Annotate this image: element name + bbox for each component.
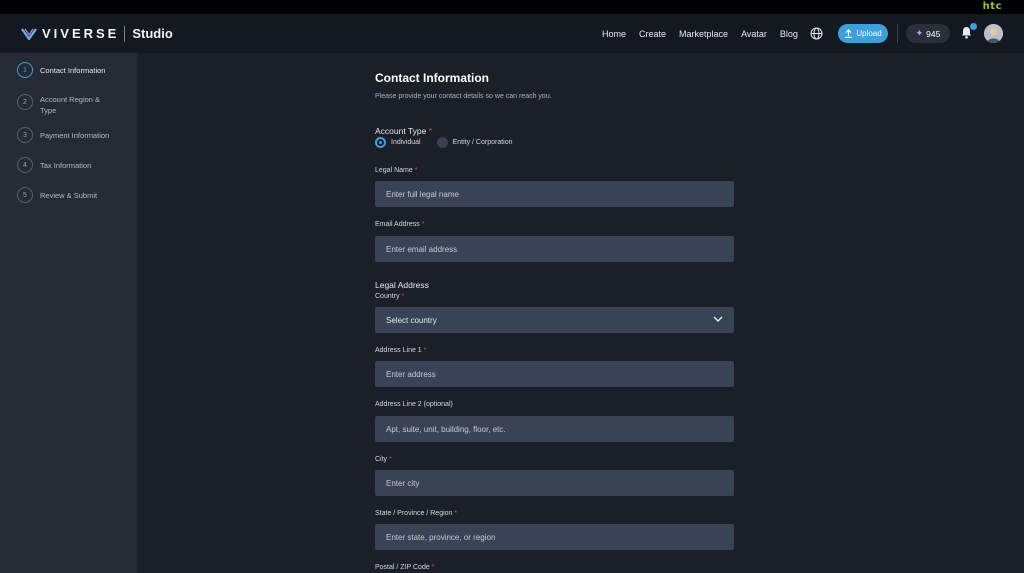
page-title: Contact Information xyxy=(375,71,489,85)
chevron-down-icon xyxy=(713,316,723,322)
step-label: Account Region & Type xyxy=(40,95,101,115)
globe-icon[interactable] xyxy=(810,27,823,40)
nav-blog[interactable]: Blog xyxy=(780,29,798,39)
step-number: 4 xyxy=(17,157,33,173)
viverse-logo-icon xyxy=(21,27,37,40)
nav-marketplace[interactable]: Marketplace xyxy=(679,29,728,39)
required-mark: * xyxy=(401,293,405,300)
state-label: State / Province / Region * xyxy=(375,510,457,517)
state-placeholder: Enter state, province, or region xyxy=(386,532,496,542)
required-mark: * xyxy=(423,347,427,354)
points-badge[interactable]: ✦ 945 xyxy=(906,24,950,43)
address-line1-label-text: Address Line 1 xyxy=(375,347,422,354)
legal-address-heading: Legal Address xyxy=(375,280,429,290)
nav-home[interactable]: Home xyxy=(602,29,626,39)
avatar[interactable] xyxy=(984,24,1003,43)
points-value: 945 xyxy=(926,28,941,39)
city-label: City * xyxy=(375,456,392,463)
step-number: 3 xyxy=(17,127,33,143)
avatar-image xyxy=(984,24,1003,43)
step-tax-information[interactable]: 4 Tax Information xyxy=(17,157,112,173)
legal-name-input[interactable]: Enter full legal name xyxy=(375,181,734,207)
step-label: Review & Submit xyxy=(40,191,98,200)
step-number: 5 xyxy=(17,187,33,203)
htc-logo: htc xyxy=(982,1,1002,12)
step-number: 1 xyxy=(17,62,33,78)
required-mark: * xyxy=(389,456,392,463)
address-line2-input[interactable]: Apt, suite, unit, building, floor, etc. xyxy=(375,416,734,442)
country-select-value: Select country xyxy=(386,315,437,325)
email-input[interactable]: Enter email address xyxy=(375,236,734,262)
brand-name: VIVERSE xyxy=(42,26,120,41)
postal-code-label-text: Postal / ZIP Code xyxy=(375,564,430,571)
account-type-label-text: Account Type xyxy=(375,126,427,136)
address-line1-placeholder: Enter address xyxy=(386,369,436,379)
sparkle-icon: ✦ xyxy=(915,28,924,38)
address-line2-placeholder: Apt, suite, unit, building, floor, etc. xyxy=(386,424,506,434)
account-type-radio-group: Individual Entity / Corporation xyxy=(375,137,513,148)
required-mark: * xyxy=(421,221,425,228)
step-number: 2 xyxy=(17,94,33,110)
address-line1-label: Address Line 1 * xyxy=(375,347,426,354)
email-label: Email Address * xyxy=(375,221,424,228)
email-placeholder: Enter email address xyxy=(386,244,458,254)
postal-code-label: Postal / ZIP Code * xyxy=(375,564,434,571)
viverse-studio-logo[interactable]: VIVERSE Studio xyxy=(20,25,173,42)
required-mark: * xyxy=(431,564,435,571)
main-content: Contact Information Please provide your … xyxy=(137,53,1024,573)
required-mark: * xyxy=(414,167,418,174)
nav-create[interactable]: Create xyxy=(639,29,666,39)
required-mark: * xyxy=(428,126,433,136)
upload-icon xyxy=(845,29,853,38)
state-input[interactable]: Enter state, province, or region xyxy=(375,524,734,550)
step-label: Payment Information xyxy=(40,131,110,140)
notification-dot xyxy=(970,23,977,30)
top-navigation: VIVERSE Studio Home Create Marketplace A… xyxy=(0,14,1024,53)
radio-individual-label: Individual xyxy=(391,139,421,146)
country-label: Country * xyxy=(375,293,404,300)
address-line2-label: Address Line 2 (optional) xyxy=(375,401,453,408)
step-payment-information[interactable]: 3 Payment Information xyxy=(17,127,112,143)
city-input[interactable]: Enter city xyxy=(375,470,734,496)
step-contact-information[interactable]: 1 Contact Information xyxy=(17,62,112,78)
radio-entity-corporation[interactable] xyxy=(436,137,448,148)
step-account-region-type[interactable]: 2 Account Region & Type xyxy=(17,92,112,116)
step-label: Contact Information xyxy=(40,66,106,75)
address-line1-input[interactable]: Enter address xyxy=(375,361,734,387)
nav-links: Home Create Marketplace Avatar Blog xyxy=(602,14,811,53)
legal-name-placeholder: Enter full legal name xyxy=(386,189,459,199)
upload-label: Upload xyxy=(856,29,882,38)
legal-name-label-text: Legal Name xyxy=(375,167,413,174)
step-label: Tax Information xyxy=(40,161,92,170)
radio-individual[interactable] xyxy=(375,137,386,148)
city-label-text: City xyxy=(375,456,388,463)
account-type-label: Account Type * xyxy=(375,126,432,136)
radio-entity-label: Entity / Corporation xyxy=(452,139,513,146)
country-select[interactable]: Select country xyxy=(375,307,734,333)
nav-avatar[interactable]: Avatar xyxy=(741,29,767,39)
email-label-text: Email Address xyxy=(375,221,420,228)
steps-sidebar: 1 Contact Information 2 Account Region &… xyxy=(0,53,137,573)
legal-name-label: Legal Name * xyxy=(375,167,417,174)
step-review-submit[interactable]: 5 Review & Submit xyxy=(17,187,112,203)
country-label-text: Country xyxy=(375,293,400,300)
page-subtitle: Please provide your contact details so w… xyxy=(375,93,552,100)
state-label-text: State / Province / Region xyxy=(375,510,453,517)
brand-product: Studio xyxy=(132,26,173,41)
nav-divider xyxy=(897,24,898,43)
city-placeholder: Enter city xyxy=(386,478,420,488)
htc-top-bar: htc xyxy=(0,0,1024,14)
required-mark: * xyxy=(454,510,458,517)
upload-button[interactable]: Upload xyxy=(838,24,888,43)
brand-divider xyxy=(124,25,126,42)
